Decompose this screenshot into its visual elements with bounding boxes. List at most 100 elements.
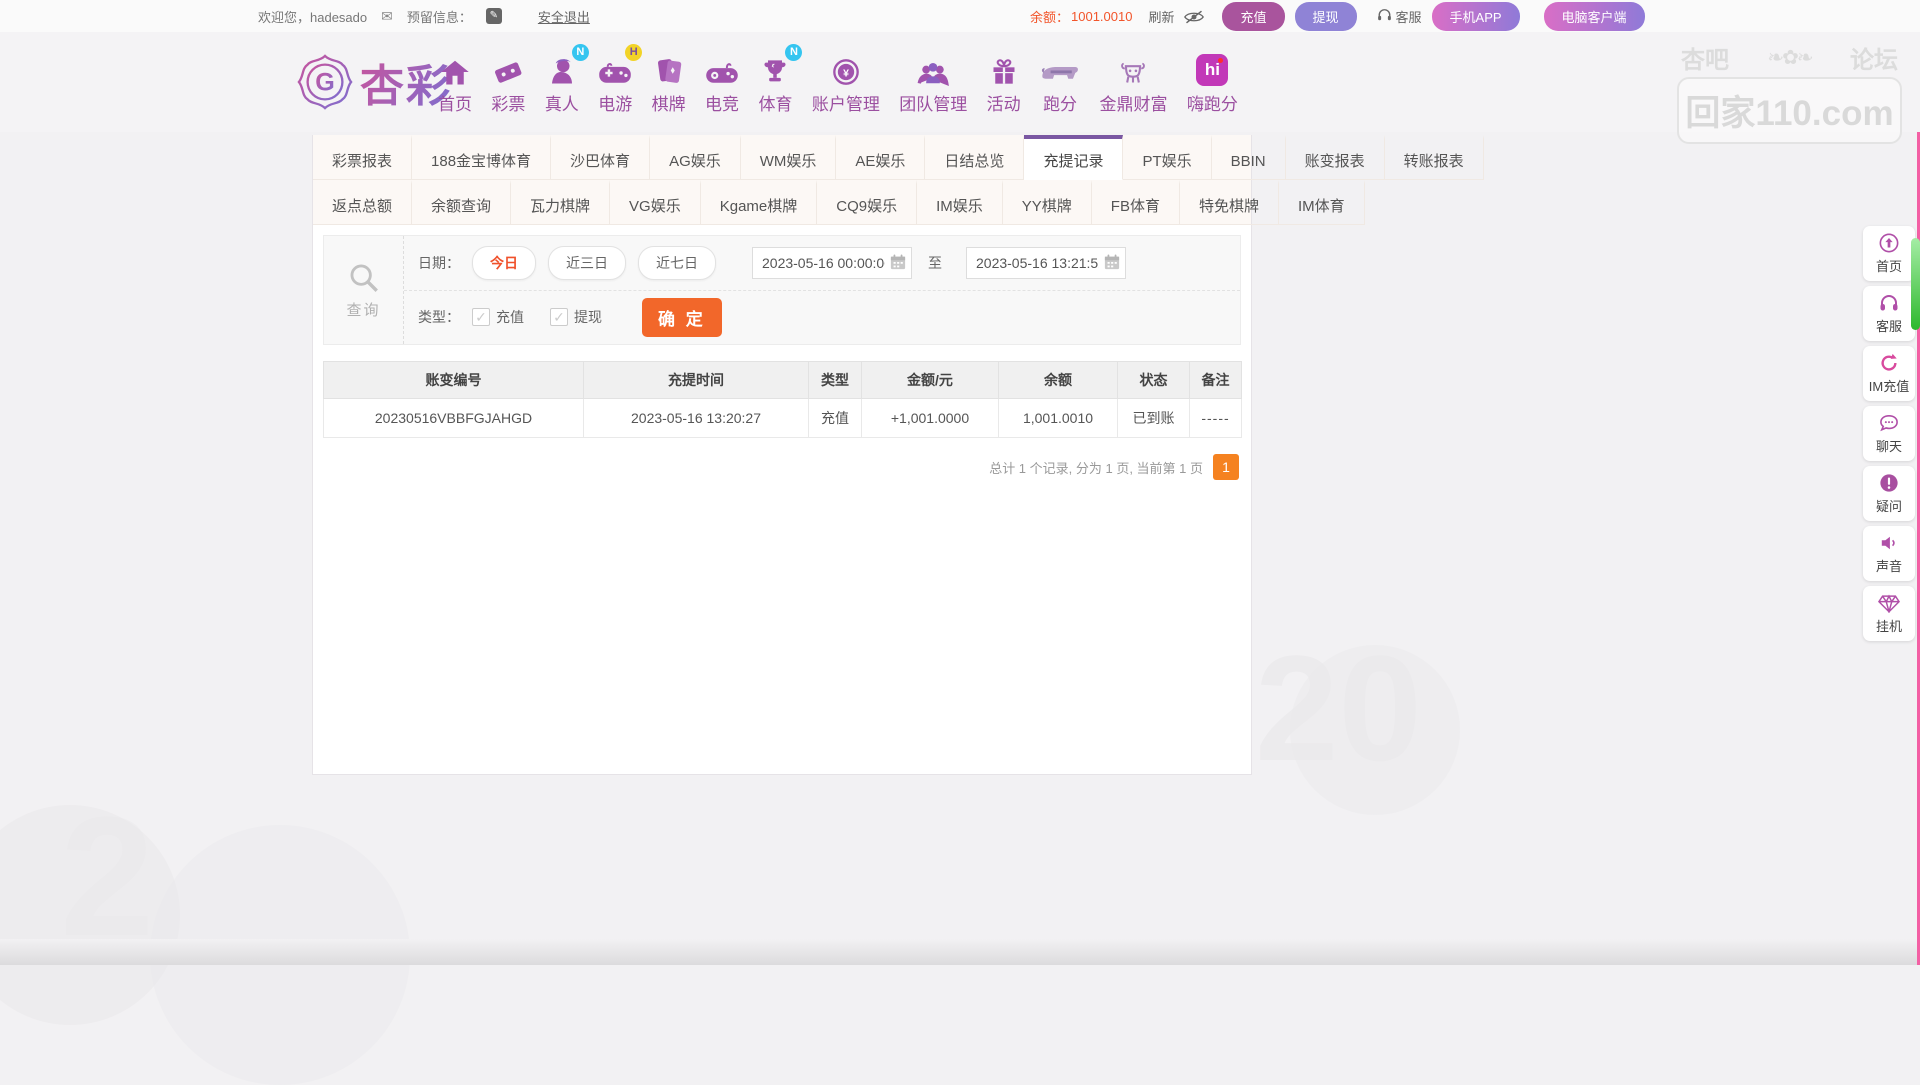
logo-flower-icon: G <box>296 53 354 111</box>
checkbox-check-icon: ✓ <box>550 308 568 326</box>
col-change-id: 账变编号 <box>324 362 584 399</box>
site-logo[interactable]: G 杏彩 <box>296 50 452 114</box>
nav-item-account[interactable]: ¥ 账户管理 <box>812 50 880 115</box>
side-idle-button[interactable]: 挂机 <box>1863 586 1915 641</box>
deposit-button[interactable]: 充值 <box>1222 2 1284 31</box>
tab-188-sport[interactable]: 188金宝博体育 <box>412 135 551 180</box>
confirm-button[interactable]: 确 定 <box>642 298 722 337</box>
tab-wm[interactable]: WM娱乐 <box>741 135 837 180</box>
date-label: 日期： <box>418 253 460 273</box>
balance-label: 余额： <box>1030 7 1069 26</box>
tab-daily-summary[interactable]: 日结总览 <box>925 135 1024 180</box>
date-from-input[interactable] <box>752 247 912 279</box>
badge-h: H <box>625 44 642 61</box>
report-tabs: 彩票报表 188金宝博体育 沙巴体育 AG娱乐 WM娱乐 AE娱乐 日结总览 充… <box>313 135 1251 225</box>
nav-item-esports[interactable]: 电竞 <box>705 50 739 115</box>
date-to-input[interactable] <box>966 247 1126 279</box>
tab-temian[interactable]: 特免棋牌 <box>1180 180 1279 225</box>
cell-note: ----- <box>1190 399 1242 438</box>
reserved-info-label: 预留信息： <box>407 7 472 26</box>
query-filter-panel: 查询 日期： 今日 近三日 近七日 至 <box>323 235 1241 345</box>
tab-bbin[interactable]: BBIN <box>1212 135 1286 180</box>
type-deposit-checkbox[interactable]: ✓ 充值 <box>472 307 524 327</box>
ding-cauldron-icon <box>1118 50 1148 86</box>
tab-balance-query[interactable]: 余额查询 <box>412 180 511 225</box>
refresh-link[interactable]: 刷新 <box>1148 7 1174 26</box>
nav-item-live[interactable]: N 真人 <box>545 50 579 115</box>
tab-deposit-withdraw-records[interactable]: 充提记录 <box>1024 135 1123 180</box>
bottom-shade <box>0 939 1920 965</box>
nav-item-paofen[interactable]: 跑分 <box>1040 50 1080 115</box>
topbar: 欢迎您，hadesado ✉ 预留信息： ✎ 安全退出 余额： 1001.001… <box>0 0 1920 32</box>
exclamation-circle-icon <box>1879 473 1899 493</box>
side-home-button[interactable]: 首页 <box>1863 226 1915 281</box>
logout-link[interactable]: 安全退出 <box>538 7 590 26</box>
side-im-recharge-button[interactable]: IM充值 <box>1863 346 1915 401</box>
nav-item-lottery[interactable]: 彩票 <box>491 50 525 115</box>
nav-item-home[interactable]: 首页 <box>438 50 472 115</box>
page-1-button[interactable]: 1 <box>1213 454 1239 480</box>
tab-cq9[interactable]: CQ9娱乐 <box>817 180 917 225</box>
pagination-summary: 总计 1 个记录, 分为 1 页, 当前第 1 页 <box>989 458 1203 477</box>
type-withdraw-checkbox[interactable]: ✓ 提现 <box>550 307 602 327</box>
calendar-icon[interactable] <box>890 254 906 275</box>
cell-balance: 1,001.0010 <box>999 399 1118 438</box>
tab-pt[interactable]: PT娱乐 <box>1123 135 1211 180</box>
cell-change-id: 20230516VBBFGJAHGD <box>324 399 584 438</box>
site-header: G 杏彩 首页 彩票 N 真人 H <box>0 32 1920 132</box>
query-side-label: 查询 <box>324 236 404 344</box>
tab-row-2: 返点总额 余额查询 瓦力棋牌 VG娱乐 Kgame棋牌 CQ9娱乐 IM娱乐 Y… <box>313 180 1251 225</box>
customer-service-link[interactable]: 客服 <box>1377 7 1422 26</box>
side-chat-button[interactable]: 聊天 <box>1863 406 1915 461</box>
scrollbar-thumb[interactable] <box>1911 238 1920 330</box>
nav-item-cards[interactable]: 棋牌 <box>652 50 686 115</box>
type-label: 类型： <box>418 307 460 327</box>
preset-today-button[interactable]: 今日 <box>472 246 536 280</box>
side-sound-button[interactable]: 声音 <box>1863 526 1915 581</box>
ticket-icon <box>492 50 524 86</box>
tab-vg[interactable]: VG娱乐 <box>610 180 701 225</box>
tab-im[interactable]: IM娱乐 <box>917 180 1003 225</box>
tab-kgame[interactable]: Kgame棋牌 <box>701 180 818 225</box>
tab-rebate-total[interactable]: 返点总额 <box>313 180 412 225</box>
cell-type: 充值 <box>809 399 862 438</box>
tab-transfer-report[interactable]: 转账报表 <box>1385 135 1484 180</box>
table-row: 20230516VBBFGJAHGD 2023-05-16 13:20:27 充… <box>324 399 1242 438</box>
nav-item-promo[interactable]: 活动 <box>987 50 1021 115</box>
col-status: 状态 <box>1118 362 1190 399</box>
nav-item-egames[interactable]: H 电游 <box>598 50 632 115</box>
cell-amount: +1,001.0000 <box>862 399 999 438</box>
eye-slash-icon[interactable] <box>1184 8 1204 24</box>
side-question-button[interactable]: 疑问 <box>1863 466 1915 521</box>
edit-pencil-icon[interactable]: ✎ <box>486 8 502 24</box>
tab-yy[interactable]: YY棋牌 <box>1003 180 1092 225</box>
tab-im-sport[interactable]: IM体育 <box>1279 180 1365 225</box>
main-navigation: 首页 彩票 N 真人 H 电游 <box>438 50 1238 115</box>
nav-item-hipaofen[interactable]: hi 嗨跑分 <box>1187 50 1238 115</box>
calendar-icon[interactable] <box>1104 254 1120 275</box>
preset-3days-button[interactable]: 近三日 <box>548 246 626 280</box>
table-header-row: 账变编号 充提时间 类型 金额/元 余额 状态 备注 <box>324 362 1242 399</box>
nav-item-team[interactable]: 团队管理 <box>899 50 967 115</box>
balance-value: 1001.0010 <box>1071 9 1132 24</box>
side-service-button[interactable]: 客服 <box>1863 286 1915 341</box>
welcome-text: 欢迎您，hadesado <box>258 7 367 26</box>
tab-ae[interactable]: AE娱乐 <box>836 135 925 180</box>
nav-item-sports[interactable]: N 体育 <box>758 50 792 115</box>
preset-7days-button[interactable]: 近七日 <box>638 246 716 280</box>
speaker-icon <box>1879 533 1899 553</box>
withdraw-button[interactable]: 提现 <box>1295 2 1357 31</box>
tab-wali[interactable]: 瓦力棋牌 <box>511 180 610 225</box>
mobile-app-button[interactable]: 手机APP <box>1432 2 1520 31</box>
tab-shaba-sport[interactable]: 沙巴体育 <box>551 135 650 180</box>
pc-client-button[interactable]: 电脑客户端 <box>1544 2 1645 31</box>
records-table: 账变编号 充提时间 类型 金额/元 余额 状态 备注 20230516VBBFG… <box>323 361 1242 438</box>
mail-icon[interactable]: ✉ <box>381 8 393 25</box>
tab-account-change-report[interactable]: 账变报表 <box>1286 135 1385 180</box>
tab-ag[interactable]: AG娱乐 <box>650 135 741 180</box>
checkbox-check-icon: ✓ <box>472 308 490 326</box>
nav-item-jinding[interactable]: 金鼎财富 <box>1099 50 1167 115</box>
tab-fb-sport[interactable]: FB体育 <box>1092 180 1180 225</box>
tab-lottery-report[interactable]: 彩票报表 <box>313 135 412 180</box>
badge-n: N <box>572 44 589 61</box>
